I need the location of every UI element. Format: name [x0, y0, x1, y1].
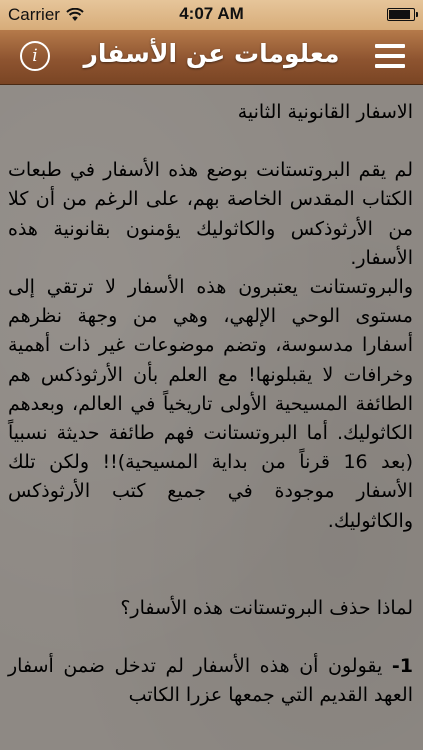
status-bar: Carrier 4:07 AM	[0, 0, 423, 30]
battery-level	[389, 10, 410, 19]
article-paragraph-1: لم يقم البروتستانت بوضع هذه الأسفار في ط…	[8, 159, 413, 269]
battery-icon	[387, 8, 418, 21]
article-paragraph-2: والبروتستانت يعتبرون هذه الأسفار لا ترتق…	[8, 276, 413, 532]
article-heading: الاسفار القانونية الثانية	[237, 101, 413, 123]
navigation-bar: i معلومات عن الأسفار	[0, 30, 423, 85]
point-number: 1-	[391, 655, 413, 678]
hamburger-menu-icon[interactable]	[375, 44, 405, 68]
article-question: لماذا حذف البروتستانت هذه الأسفار؟	[120, 596, 413, 619]
page-title: معلومات عن الأسفار	[83, 39, 340, 68]
article-content[interactable]: الاسفار القانونية الثانية لم يقم البروتس…	[0, 85, 423, 750]
status-time: 4:07 AM	[179, 4, 244, 23]
menu-line	[375, 54, 405, 58]
point-text: يقولون أن هذه الأسفار لم تدخل ضمن أسفار …	[8, 655, 413, 707]
menu-line	[375, 44, 405, 48]
menu-line	[375, 64, 405, 68]
article-point-1: 1- يقولون أن هذه الأسفار لم تدخل ضمن أسف…	[8, 652, 413, 710]
info-icon[interactable]: i	[20, 41, 50, 71]
